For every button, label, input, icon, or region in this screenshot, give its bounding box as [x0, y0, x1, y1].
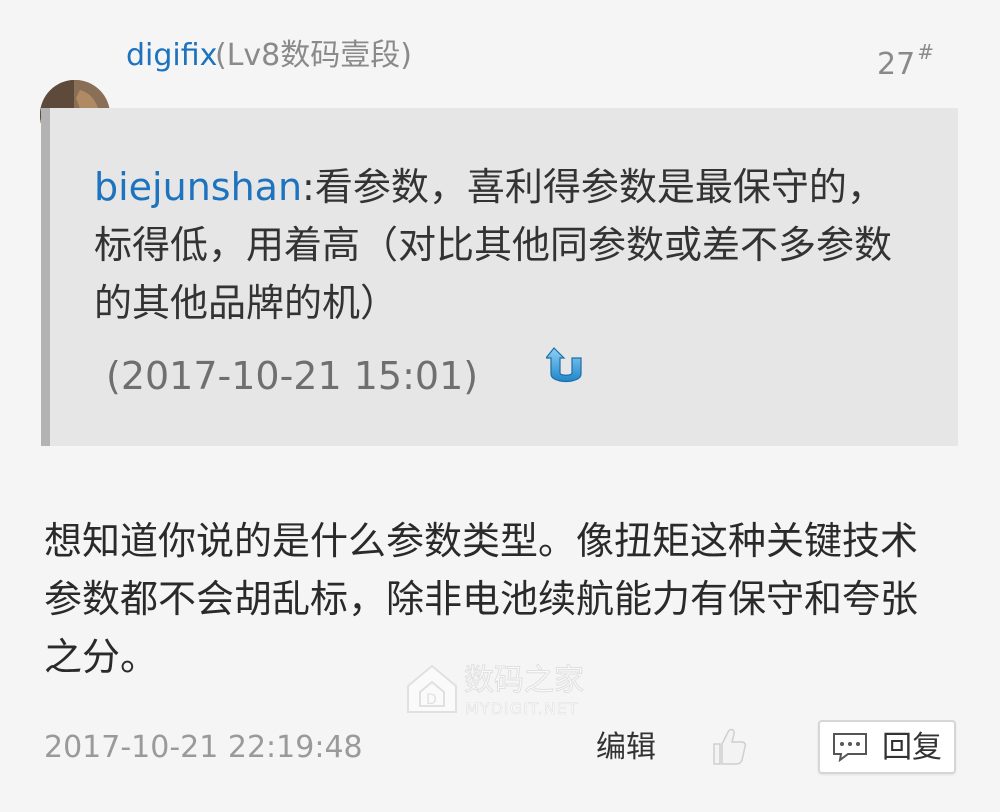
floor-number: 27 # [877, 36, 934, 85]
jump-to-quote-icon[interactable] [546, 346, 586, 388]
reply-button[interactable]: 回复 [818, 720, 956, 774]
site-watermark: D 数码之家 MYDIGIT.NET [404, 662, 604, 720]
svg-text:D: D [426, 692, 437, 708]
watermark-text: 数码之家 [464, 663, 585, 698]
comment-bubble-icon [833, 733, 867, 762]
quote-text: biejunshan:看参数，喜利得参数是最保守的，标得低，用着高（对比其他同参… [94, 158, 904, 332]
thumbs-up-icon[interactable] [708, 724, 748, 768]
quote-user[interactable]: biejunshan [94, 165, 302, 209]
author-level: (Lv8数码壹段) [215, 38, 412, 73]
post-time: 2017-10-21 22:19:48 [44, 730, 363, 765]
post-content: 想知道你说的是什么参数类型。像扭矩这种关键技术参数都不会胡乱标，除非电池续航能力… [44, 519, 919, 679]
floor-number-value: 27 [877, 47, 916, 82]
watermark-subtext: MYDIGIT.NET [465, 699, 579, 718]
quote-block: biejunshan:看参数，喜利得参数是最保守的，标得低，用着高（对比其他同参… [41, 108, 958, 446]
reply-label: 回复 [882, 730, 942, 765]
forum-post: digifix (Lv8数码壹段) 27 # biejunshan:看参数，喜利得… [0, 0, 1000, 812]
quote-time: (2017-10-21 15:01) [106, 354, 479, 398]
author-name[interactable]: digifix [126, 36, 217, 76]
house-logo-icon: D [407, 664, 457, 713]
edit-button[interactable]: 编辑 [596, 728, 656, 768]
floor-mark: # [917, 40, 934, 64]
